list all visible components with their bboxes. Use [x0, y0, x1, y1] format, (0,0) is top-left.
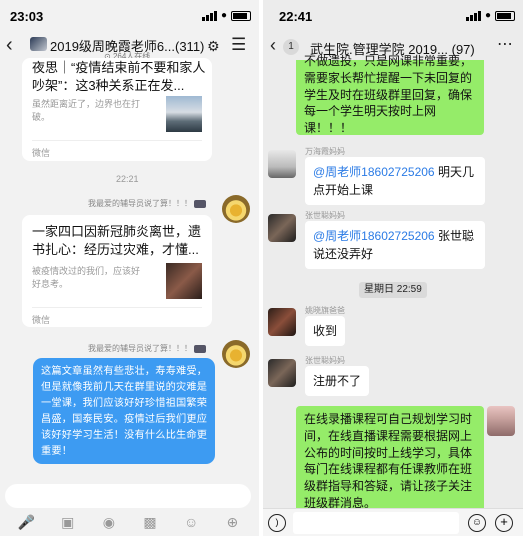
shared-article-card[interactable]: 一家四口因新冠肺炎离世，遗书扎心：经历过灾难，才懂... 被疫情改过的我们，应该… [22, 215, 212, 327]
group-avatar [30, 37, 47, 51]
sender-name: 我最爱的辅导员说了算！！！ [88, 343, 207, 354]
signal-icon [201, 10, 217, 21]
left-chat-screen: 23:03 ● ‹ 2019级周晚霞老师6...(311) ⊙ 264人在线 ⚙… [0, 0, 259, 536]
own-avatar[interactable] [487, 406, 515, 436]
sender-avatar[interactable] [268, 359, 296, 387]
signal-icon [465, 10, 481, 21]
sender-name: 张世聪妈妈 [305, 211, 345, 220]
plus-icon[interactable]: + [495, 514, 513, 532]
mention-link[interactable]: @周老师18602725206 [313, 229, 435, 243]
received-message-bubble[interactable]: @周老师18602725206 明天几点开始上课 [305, 157, 485, 205]
sender-name: 万海霞妈妈 [305, 147, 345, 156]
menu-icon[interactable]: ☰ [231, 35, 246, 55]
received-message-bubble[interactable]: @周老师18602725206 张世聪说还没弄好 [305, 221, 485, 269]
status-time: 23:03 [10, 9, 44, 24]
article-thumbnail [166, 96, 202, 132]
message-input[interactable] [293, 512, 459, 534]
group-app-icon[interactable]: ⚙ [207, 38, 220, 55]
mention-link[interactable]: @周老师18602725206 [313, 165, 435, 179]
status-icons: ● [201, 10, 251, 21]
message-time: 22:21 [116, 174, 139, 184]
sent-message-bubble[interactable]: 这篇文章虽然有些悲壮，寿寿难受，但是就像我前几天在群里说的灾难是一堂课，我们应该… [33, 358, 215, 464]
card-divider [32, 140, 202, 141]
emoji-icon[interactable]: ☺ [179, 514, 203, 536]
microphone-icon[interactable]: 🎤 [15, 514, 39, 536]
article-source: 微信 [32, 148, 51, 158]
input-toolbar: ) ☺ + [263, 508, 523, 536]
article-desc: 虽然距离近了，边界也在打破。 [32, 99, 141, 122]
message-text: 注册不了 [313, 374, 362, 388]
received-message-bubble[interactable]: 注册不了 [305, 366, 370, 396]
battery-icon [495, 10, 515, 21]
right-chat-screen: 22:41 ● ‹ 1 武生院.管理学院 2019... (97) ⋯ 不做遗投… [263, 0, 523, 536]
group-level-icon [194, 199, 207, 208]
message-text: 收到 [313, 324, 338, 338]
message-text: 在线录播课程可自己规划学习时间，在线直播课程需要根据网上公布的时间按时上线学习，… [304, 412, 473, 510]
emoji-icon[interactable]: ☺ [468, 514, 486, 532]
sent-message-bubble[interactable]: 不做遗投，只是网课非常重要，需要家长帮忙提醒一下未回复的学生及时在班级群里回复，… [296, 54, 484, 135]
shared-article-card[interactable]: 夜思｜“疫情结束前不要和家人吵架”：这3种关系正在发... 虽然距离近了，边界也… [22, 58, 212, 161]
message-time: 星期日 22:59 [359, 282, 427, 298]
sender-avatar[interactable] [268, 308, 296, 336]
article-thumbnail [166, 263, 202, 299]
wifi-icon: ● [220, 10, 227, 21]
wifi-icon: ● [484, 10, 491, 21]
voice-icon[interactable]: ) [268, 514, 286, 532]
sender-avatar[interactable] [222, 340, 250, 368]
sender-avatar[interactable] [222, 195, 250, 223]
input-toolbar: 🎤 ▣ ◉ ▩ ☺ ⊕ [0, 514, 259, 536]
card-divider [32, 307, 202, 308]
unread-badge: 1 [283, 39, 299, 55]
battery-icon [231, 10, 251, 21]
group-level-icon [194, 344, 207, 353]
article-title: 一家四口因新冠肺炎离世，遗书扎心：经历过灾难，才懂... [32, 224, 202, 257]
sender-name: 我最爱的辅导员说了算！！！ [88, 198, 207, 209]
red-packet-icon[interactable]: ▩ [138, 514, 162, 536]
received-message-bubble[interactable]: 收到 [305, 316, 346, 346]
sender-name: 张世聪妈妈 [305, 356, 345, 365]
plus-icon[interactable]: ⊕ [220, 514, 244, 536]
camera-icon[interactable]: ◉ [97, 514, 121, 536]
article-desc: 被疫情改过的我们，应该好好息考。 [32, 266, 141, 289]
back-arrow-icon[interactable]: ‹ [6, 34, 13, 57]
status-bar: 23:03 ● [0, 0, 259, 30]
sender-avatar[interactable] [268, 150, 296, 178]
status-icons: ● [465, 10, 515, 21]
sent-message-bubble[interactable]: 在线录播课程可自己规划学习时间，在线直播课程需要根据网上公布的时间按时上线学习，… [296, 406, 484, 517]
image-icon[interactable]: ▣ [56, 514, 80, 536]
sender-avatar[interactable] [268, 214, 296, 242]
article-title: 夜思｜“疫情结束前不要和家人吵架”：这3种关系正在发... [32, 60, 206, 93]
message-input[interactable] [5, 484, 251, 508]
more-icon[interactable]: ⋯ [497, 34, 513, 54]
message-text: 不做遗投，只是网课非常重要，需要家长帮忙提醒一下未回复的学生及时在班级群里回复，… [304, 54, 473, 136]
status-time: 22:41 [279, 9, 313, 24]
status-bar: 22:41 ● [263, 0, 523, 30]
sender-name: 姚晓旗爸爸 [305, 306, 345, 315]
back-arrow-icon[interactable]: ‹ [270, 35, 276, 56]
article-source: 微信 [32, 315, 51, 325]
